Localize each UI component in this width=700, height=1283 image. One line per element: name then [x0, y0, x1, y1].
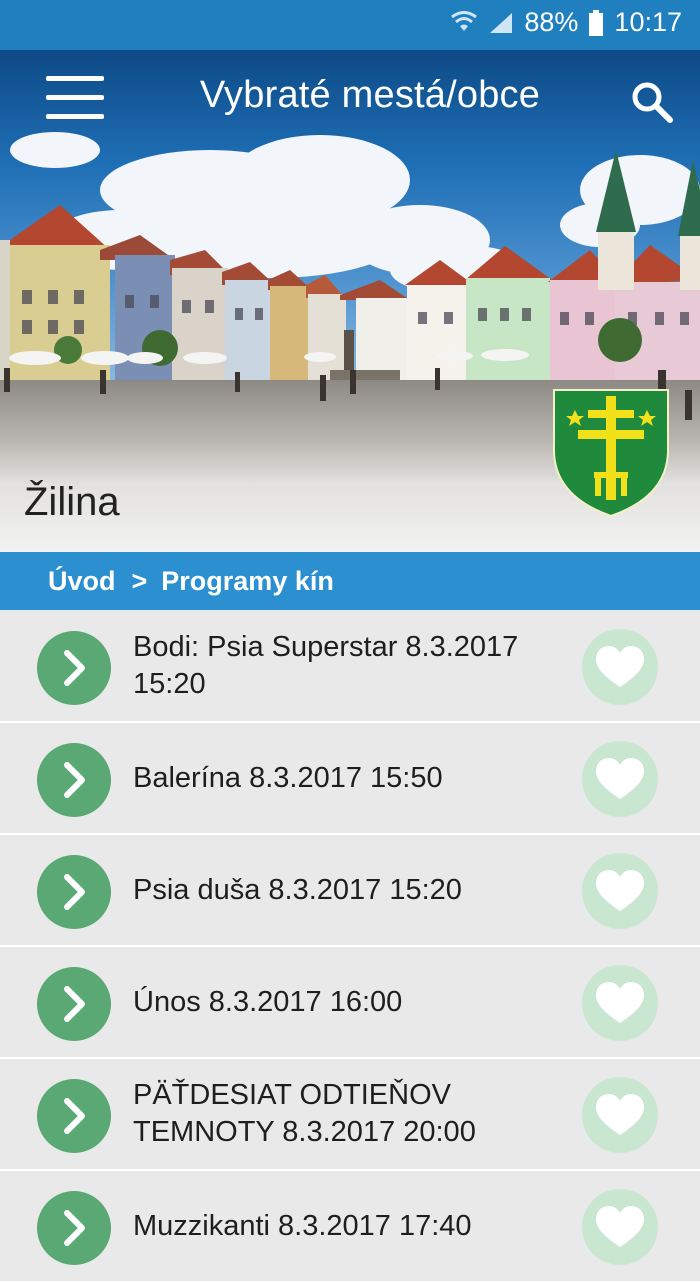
city-name: Žilina: [24, 480, 120, 524]
list-item-label: Psia duša 8.3.2017 15:20: [133, 873, 462, 906]
list-item[interactable]: Únos 8.3.2017 16:00: [0, 947, 700, 1059]
heart-icon[interactable]: [582, 1189, 658, 1265]
heart-icon[interactable]: [582, 853, 658, 929]
list-item[interactable]: Psia duša 8.3.2017 15:20: [0, 835, 700, 947]
chevron-right-icon[interactable]: [37, 1191, 111, 1265]
heart-icon[interactable]: [582, 965, 658, 1041]
chevron-right-icon[interactable]: [37, 631, 111, 705]
app-title: Vybraté mestá/obce: [199, 74, 541, 116]
chevron-right-icon[interactable]: [37, 855, 111, 929]
search-icon[interactable]: [628, 78, 676, 126]
list-item-label: Bodi: Psia Superstar 8.3.2017 15:20: [133, 631, 519, 700]
status-bar: 88% 10:17: [0, 0, 700, 50]
list-item[interactable]: Muzzikanti 8.3.2017 17:40: [0, 1171, 700, 1283]
clock: 10:17: [614, 7, 682, 37]
list-item[interactable]: Balerína 8.3.2017 15:50: [0, 723, 700, 835]
heart-icon[interactable]: [582, 1077, 658, 1153]
signal-icon: [490, 12, 513, 33]
cinema-program-list: Bodi: Psia Superstar 8.3.2017 15:20 Baler…: [0, 611, 700, 1283]
breadcrumb-current[interactable]: Programy kín: [161, 566, 334, 597]
battery-percent: 88%: [524, 7, 579, 37]
list-item[interactable]: PÄŤDESIAT ODTIEŇOV TEMNOTY 8.3.2017 20:00: [0, 1059, 700, 1171]
heart-icon[interactable]: [582, 741, 658, 817]
breadcrumb: Úvod > Programy kín: [0, 552, 700, 610]
breadcrumb-home[interactable]: Úvod: [48, 566, 116, 597]
app-bar: Vybraté mestá/obce: [0, 50, 700, 146]
list-item-label: Muzzikanti 8.3.2017 17:40: [133, 1209, 472, 1242]
chevron-right-icon[interactable]: [37, 967, 111, 1041]
chevron-right-icon[interactable]: [37, 1079, 111, 1153]
list-item[interactable]: Bodi: Psia Superstar 8.3.2017 15:20: [0, 611, 700, 723]
breadcrumb-separator: >: [131, 565, 148, 596]
zilina-coat-of-arms: [552, 388, 670, 518]
battery-icon: [589, 9, 604, 36]
list-item-label: Únos 8.3.2017 16:00: [133, 985, 403, 1018]
heart-icon[interactable]: [582, 629, 658, 705]
list-item-label: Balerína 8.3.2017 15:50: [133, 761, 443, 794]
list-item-label: PÄŤDESIAT ODTIEŇOV TEMNOTY 8.3.2017 20:00: [133, 1079, 476, 1148]
wifi-icon: [451, 10, 478, 31]
chevron-right-icon[interactable]: [37, 743, 111, 817]
